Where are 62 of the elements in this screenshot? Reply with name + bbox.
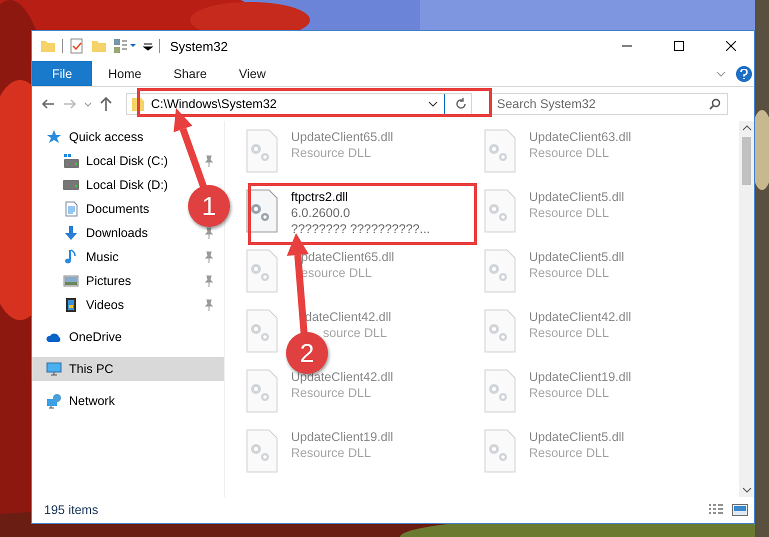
sidebar-item[interactable]: OneDrive	[32, 325, 132, 349]
drive-icon	[63, 177, 79, 193]
pin-icon[interactable]	[204, 275, 214, 287]
file-description: ???????? ??????????...	[291, 221, 430, 237]
star-icon	[46, 129, 62, 145]
dropdown-icon[interactable]	[428, 101, 438, 107]
pin-icon[interactable]	[204, 155, 214, 167]
pin-icon[interactable]	[204, 227, 214, 239]
pin-icon[interactable]	[204, 251, 214, 263]
dll-file-icon[interactable]	[245, 189, 279, 233]
sidebar-item[interactable]: This PC	[32, 357, 224, 381]
up-icon[interactable]	[98, 96, 114, 112]
documents-icon	[63, 201, 79, 217]
help-icon[interactable]	[736, 66, 752, 82]
toolbar-separator	[159, 39, 160, 53]
sidebar-item[interactable]: Videos	[32, 293, 224, 317]
search-field[interactable]: Search System32	[490, 93, 728, 115]
ribbon-tab[interactable]: Share	[158, 61, 223, 86]
file-type: Resource DLL	[529, 145, 609, 161]
sidebar-item[interactable]: Network	[32, 389, 125, 413]
large-icons-view-icon[interactable]	[732, 503, 748, 517]
scrollbar[interactable]	[739, 121, 754, 497]
item-count: 195 items	[44, 503, 98, 517]
new-folder-icon[interactable]	[91, 38, 107, 54]
sidebar-item[interactable]: Local Disk (D:)	[32, 173, 178, 197]
customize-icon[interactable]	[113, 38, 137, 54]
scroll-thumb[interactable]	[742, 137, 751, 185]
address-divider	[444, 94, 445, 114]
pictures-icon	[63, 273, 79, 289]
file-type: Resource DLL	[529, 385, 609, 401]
downloads-icon	[63, 225, 79, 241]
pc-icon	[46, 361, 62, 377]
sidebar-item[interactable]: Pictures	[32, 269, 224, 293]
file-type: Resource DLL	[529, 265, 609, 281]
ribbon-tab[interactable]: View	[222, 61, 282, 86]
file-type: Resource DLL	[529, 445, 609, 461]
file-type: Resource DLL	[291, 145, 371, 161]
file-type: Resource DLL	[291, 385, 371, 401]
expand-ribbon-icon[interactable]	[716, 70, 726, 76]
properties-icon[interactable]	[69, 38, 85, 54]
file-version: 6.0.2600.0	[291, 205, 350, 221]
file-type: esource DLL	[300, 265, 372, 281]
sidebar-item[interactable]: Music	[32, 245, 224, 269]
sidebar-item[interactable]: Local Disk (C:)	[32, 149, 224, 173]
pin-icon[interactable]	[204, 299, 214, 311]
file-type: Resource DLL	[529, 325, 609, 341]
folder-icon[interactable]	[40, 38, 56, 54]
ribbon-tab[interactable]: Home	[92, 61, 158, 86]
file-type: Resource DLL	[291, 445, 371, 461]
file-type: source DLL	[322, 325, 387, 341]
maximize-icon	[674, 41, 684, 51]
network-icon	[46, 393, 62, 409]
toolbar-separator	[62, 39, 63, 53]
videos-icon	[63, 297, 79, 313]
sidebar-item[interactable]: Documents	[32, 197, 160, 221]
close-icon	[726, 41, 736, 51]
file-menu-tab[interactable]: File	[32, 61, 92, 86]
search-icon	[709, 98, 721, 110]
file-name[interactable]: ftpctrs2.dll	[291, 189, 348, 205]
sidebar-item[interactable]: Quick access	[32, 125, 154, 149]
file-type: Resource DLL	[529, 205, 609, 221]
window-title: System32	[170, 38, 228, 54]
